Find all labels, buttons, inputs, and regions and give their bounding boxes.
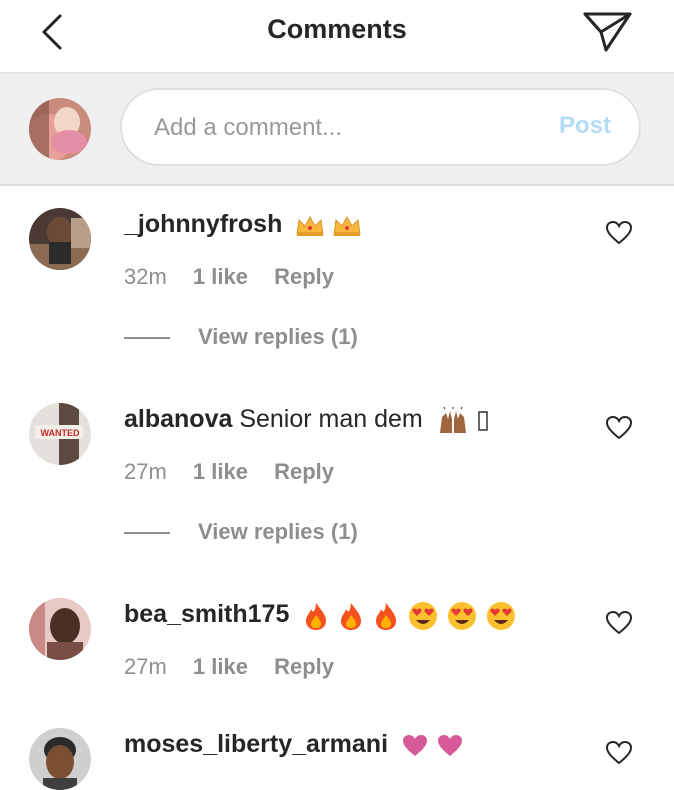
avatar[interactable]: WANTED: [29, 403, 91, 465]
page-title: Comments: [267, 14, 407, 44]
comment-composer: Post: [0, 74, 674, 186]
avatar[interactable]: [29, 208, 91, 270]
missing-glyph-icon: [477, 411, 488, 431]
username[interactable]: albanova: [124, 405, 232, 433]
heart-outline-icon: [605, 740, 633, 765]
fire-and-heart-eyes-emoji-group: [302, 600, 517, 630]
header-bar: Comments: [0, 0, 674, 74]
view-replies-link[interactable]: View replies (1): [124, 324, 358, 350]
raising-hands-emoji-group: [436, 406, 489, 435]
view-replies-label: View replies (1): [198, 324, 358, 349]
like-count[interactable]: 1 like: [193, 264, 248, 289]
comment-item: moses_liberty_armani: [0, 716, 674, 790]
avatar-text: WANTED: [41, 428, 80, 438]
like-button[interactable]: [605, 610, 633, 636]
comment-input[interactable]: [152, 108, 526, 148]
reply-button[interactable]: Reply: [274, 264, 334, 289]
like-count[interactable]: 1 like: [193, 459, 248, 484]
comment-body: Senior man dem: [239, 405, 423, 433]
like-button[interactable]: [605, 740, 633, 766]
crown-icon: [333, 216, 361, 237]
pink-heart-icon: [402, 735, 427, 757]
comment-text: bea_smith175: [124, 600, 517, 631]
post-button[interactable]: Post: [559, 112, 611, 140]
view-replies-label: View replies (1): [198, 519, 358, 544]
username[interactable]: bea_smith175: [124, 600, 289, 628]
current-user-avatar: [29, 98, 91, 160]
comment-time: 32m: [124, 264, 167, 289]
comment-item: _johnnyfrosh 32m 1 like Reply View repli…: [0, 196, 674, 386]
heart-outline-icon: [605, 610, 633, 635]
pink-hearts-emoji-group: [401, 731, 464, 760]
like-count[interactable]: 1 like: [193, 654, 248, 679]
fire-icon: [341, 602, 362, 630]
replies-divider-line: [124, 532, 170, 535]
heart-eyes-icon: [409, 601, 438, 630]
reply-button[interactable]: Reply: [274, 459, 334, 484]
username[interactable]: moses_liberty_armani: [124, 730, 388, 758]
reply-button[interactable]: Reply: [274, 654, 334, 679]
comment-meta: 27m 1 like Reply: [124, 654, 354, 680]
share-button[interactable]: [580, 6, 634, 56]
comment-text: albanova Senior man dem: [124, 405, 489, 435]
comment-meta: 32m 1 like Reply: [124, 264, 354, 290]
comment-time: 27m: [124, 459, 167, 484]
avatar[interactable]: [29, 728, 91, 790]
heart-outline-icon: [605, 220, 633, 245]
like-button[interactable]: [605, 415, 633, 441]
like-button[interactable]: [605, 220, 633, 246]
avatar[interactable]: [29, 598, 91, 660]
raising-hands-icon: [439, 406, 466, 434]
crown-emoji-group: [295, 211, 362, 240]
paper-plane-icon: [583, 12, 632, 52]
username[interactable]: _johnnyfrosh: [124, 210, 282, 238]
pink-heart-icon: [437, 735, 462, 757]
fire-icon: [306, 602, 327, 630]
replies-divider-line: [124, 337, 170, 340]
comment-text: _johnnyfrosh: [124, 210, 362, 240]
view-replies-link[interactable]: View replies (1): [124, 519, 358, 545]
fire-icon: [376, 602, 397, 630]
comment-input-box: Post: [120, 88, 641, 166]
comment-meta: 27m 1 like Reply: [124, 459, 354, 485]
comment-text: moses_liberty_armani: [124, 730, 464, 760]
heart-eyes-icon: [448, 601, 477, 630]
crown-icon: [296, 216, 324, 237]
comment-time: 27m: [124, 654, 167, 679]
comment-item: WANTED albanova Senior man dem 27m 1 lik…: [0, 391, 674, 581]
heart-outline-icon: [605, 415, 633, 440]
heart-eyes-icon: [487, 601, 516, 630]
